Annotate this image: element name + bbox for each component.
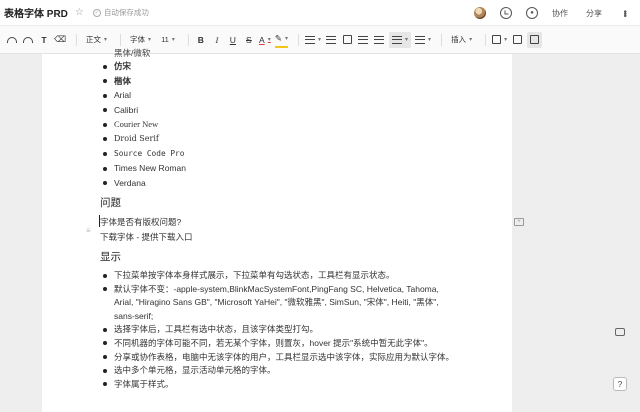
paragraph: 下载字体 - 提供下载入口 [100, 232, 193, 242]
indent-button[interactable] [373, 32, 385, 48]
text-color-button[interactable]: A [259, 32, 271, 48]
more-icon[interactable]: ••• [620, 10, 630, 16]
autosave-status: ✓ 自动保存成功 [92, 7, 149, 18]
editor-canvas: ≡ 黑体/微软 仿宋 楷体 Arial Calibri Courier New … [0, 48, 640, 412]
align-button[interactable] [389, 31, 412, 48]
list-item: Source Code Pro [100, 147, 186, 162]
list-item: Courier New [100, 117, 186, 132]
table-icon [492, 35, 502, 44]
indent-icon [374, 35, 385, 44]
list-item: 默认字体不变：-apple-system,BlinkMacSystemFont,… [100, 283, 460, 324]
autosave-text: 自动保存成功 [103, 8, 149, 17]
format-painter-button[interactable]: T [38, 32, 50, 48]
insert-menu[interactable]: 插入 [448, 32, 475, 48]
line-spacing-button[interactable] [415, 32, 431, 48]
bold-button[interactable]: B [195, 32, 207, 48]
list-item: 分享或协作表格，电脑中无该字体的用户，工具栏显示选中该字体，实际应用为默认字体。 [100, 351, 460, 365]
help-button[interactable]: ? [613, 377, 627, 391]
list-item: Calibri [100, 103, 186, 118]
collab-button[interactable]: 协作 [552, 8, 568, 19]
underline-button[interactable]: U [227, 32, 239, 48]
check-circle-icon: ✓ [92, 8, 101, 17]
list-icon [305, 35, 316, 44]
document-title[interactable]: 表格字体 PRD [4, 5, 68, 20]
list-item: 下拉菜单按字体本身样式展示，下拉菜单有勾选状态，工具栏有显示状态。 [100, 269, 460, 283]
present-icon[interactable]: ● [526, 7, 538, 19]
comment-bubble-icon [615, 328, 625, 336]
undo-button[interactable] [6, 32, 18, 48]
requirement-list: 下拉菜单按字体本身样式展示，下拉菜单有勾选状态，工具栏有显示状态。 默认字体不变… [100, 269, 460, 391]
side-comment-button[interactable] [614, 326, 626, 338]
font-family-select[interactable]: 字体 [127, 32, 154, 48]
line-spacing-icon [415, 35, 426, 44]
redo-icon [23, 36, 33, 43]
layout-button[interactable] [511, 32, 523, 48]
document-page[interactable]: ≡ 黑体/微软 仿宋 楷体 Arial Calibri Courier New … [42, 48, 524, 412]
font-list: 仿宋 楷体 Arial Calibri Courier New Droid Se… [100, 59, 186, 190]
list-item: 不同机器的字体可能不同，若无某个字体，则置灰，hover 提示"系统中暂无此字体… [100, 337, 460, 351]
add-comment-icon[interactable]: + [514, 218, 524, 226]
undo-icon [7, 36, 17, 43]
star-icon[interactable]: ☆ [75, 7, 84, 18]
partial-line: 黑体/微软 [114, 48, 151, 58]
divider [485, 33, 487, 46]
italic-button[interactable]: I [211, 32, 223, 48]
comment-panel-button[interactable] [527, 31, 543, 48]
avatar[interactable] [474, 7, 486, 19]
toolbar: T ⌫ 正文 字体 11 B I U S A ✎ 插入 [0, 26, 640, 54]
list-item: Arial [100, 88, 186, 103]
checklist-button[interactable] [341, 32, 353, 48]
checkbox-icon [342, 35, 352, 44]
drag-handle-icon[interactable]: ≡ [86, 226, 91, 235]
divider [441, 33, 443, 46]
strikethrough-button[interactable]: S [243, 32, 255, 48]
font-size-select[interactable]: 11 [158, 32, 178, 48]
clear-format-button[interactable]: ⌫ [54, 32, 66, 48]
paragraph-style-select[interactable]: 正文 [83, 32, 110, 48]
ordered-list-button[interactable] [305, 32, 321, 48]
divider [187, 33, 189, 46]
section-heading: 显示 [100, 251, 121, 263]
bullet-list-button[interactable] [325, 32, 337, 48]
list-item: Verdana [100, 176, 186, 191]
outdent-button[interactable] [357, 32, 369, 48]
paragraph: 字体是否有版权问题? [100, 217, 182, 227]
divider [120, 33, 122, 46]
share-button[interactable]: 分享 [586, 8, 602, 19]
list-item: 字体属于样式。 [100, 378, 460, 392]
outdent-icon [358, 35, 369, 44]
divider [298, 33, 300, 46]
align-left-icon [392, 35, 403, 44]
list-item: 选中多个单元格，显示活动单元格的字体。 [100, 364, 460, 378]
bullet-list-icon [326, 35, 337, 44]
list-item: Droid Serif [100, 132, 186, 147]
redo-button[interactable] [22, 32, 34, 48]
divider [76, 33, 78, 46]
highlight-button[interactable]: ✎ [274, 32, 289, 48]
table-button[interactable] [492, 32, 507, 48]
list-item: 楷体 [100, 74, 186, 89]
section-heading: 问题 [100, 197, 121, 209]
list-item: 仿宋 [100, 59, 186, 74]
list-item: 选择字体后，工具栏有选中状态，且该字体类型打勾。 [100, 323, 460, 337]
layout-icon [512, 35, 522, 44]
header-actions: ● 协作 分享 ••• [474, 0, 640, 26]
history-icon[interactable] [500, 7, 512, 19]
comment-icon [530, 35, 540, 44]
list-item: Times New Roman [100, 161, 186, 176]
top-bar: 表格字体 PRD ☆ ✓ 自动保存成功 ● 协作 分享 ••• [0, 0, 640, 26]
